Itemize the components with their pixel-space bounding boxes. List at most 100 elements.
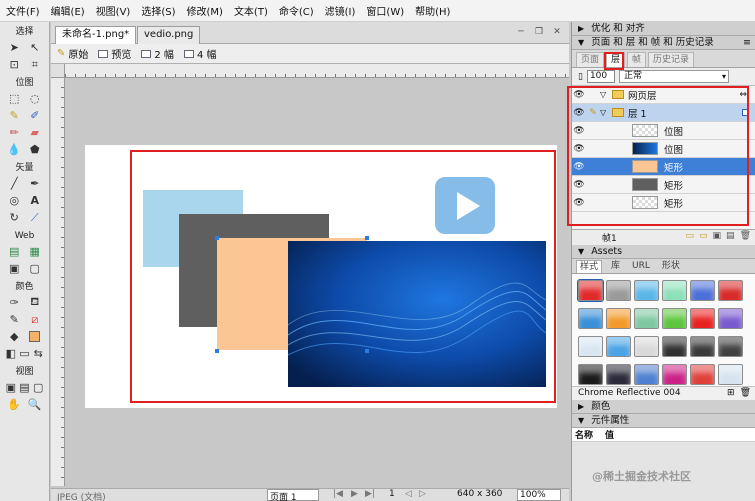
menu-commands[interactable]: 命令(C) <box>279 3 314 18</box>
line-tool-icon[interactable]: ╱ <box>7 177 21 191</box>
colors-panel-header[interactable]: ▶ 颜色 <box>572 400 755 414</box>
eye-icon[interactable]: 👁 <box>572 180 586 190</box>
tab-untitled[interactable]: 未命名-1.png* <box>55 26 137 44</box>
style-swatch[interactable] <box>606 364 631 385</box>
tab-shapes[interactable]: 形状 <box>659 260 683 273</box>
blend-mode-select[interactable]: 正常 <box>618 70 729 83</box>
brush-tool-icon[interactable]: ✐ <box>28 109 42 123</box>
eye-icon[interactable]: 👁 <box>572 198 586 208</box>
tab-pages[interactable]: 页面 <box>576 52 605 67</box>
menu-modify[interactable]: 修改(M) <box>187 3 223 18</box>
menu-filters[interactable]: 滤镜(I) <box>325 3 356 18</box>
style-swatch[interactable] <box>662 336 687 357</box>
layers-panel-header[interactable]: ▼ 页面 和 层 和 帧 和 历史记录 ≡ <box>572 36 755 50</box>
new-style-icon[interactable]: ⊞ <box>727 387 735 400</box>
tab-layers[interactable]: 层 <box>606 52 626 67</box>
new-folder-icon[interactable]: ▭ <box>686 231 695 241</box>
assets-panel-header[interactable]: ▼ Assets <box>572 245 755 259</box>
horizontal-ruler[interactable] <box>65 64 569 78</box>
eye-icon[interactable]: 👁 <box>572 126 586 136</box>
knife-tool-icon[interactable]: ⟋ <box>28 211 42 225</box>
subselect-tool-icon[interactable]: ↖ <box>28 41 42 55</box>
eye-icon[interactable]: 👁 <box>572 144 586 154</box>
lock-icon[interactable]: ▯ <box>578 72 583 82</box>
layer-row[interactable]: 👁 矩形 <box>572 194 755 212</box>
view-preview-button[interactable]: 预览 <box>98 46 131 61</box>
style-swatch[interactable] <box>718 364 743 385</box>
vertical-ruler[interactable] <box>51 78 65 486</box>
tab-library[interactable]: 库 <box>608 260 623 273</box>
menu-text[interactable]: 文本(T) <box>234 3 268 18</box>
document-canvas[interactable] <box>85 145 557 408</box>
style-swatch[interactable] <box>634 280 659 301</box>
full-screen-menu-icon[interactable]: ▤ <box>18 381 32 395</box>
magic-wand-icon[interactable]: ✎ <box>7 109 21 123</box>
frame-prev-icon[interactable]: ◁ <box>405 489 412 499</box>
frame-play-icon[interactable]: ▶ <box>351 489 358 499</box>
page-select[interactable]: 页面 1 <box>267 489 319 501</box>
style-swatch[interactable] <box>577 279 604 302</box>
scale-tool-icon[interactable]: ⊡ <box>7 58 21 72</box>
zoom-tool-icon[interactable]: 🔍 <box>28 398 42 412</box>
eye-icon[interactable]: 👁 <box>572 162 586 172</box>
menu-view[interactable]: 视图(V) <box>96 3 131 18</box>
style-swatch[interactable] <box>578 308 603 329</box>
layer-row[interactable]: 👁 矩形 <box>572 176 755 194</box>
style-swatch[interactable] <box>662 280 687 301</box>
stroke-color-icon[interactable]: ✎ <box>7 313 21 327</box>
default-colors-icon[interactable]: ◧ <box>4 347 18 361</box>
freeform-tool-icon[interactable]: ↻ <box>7 211 21 225</box>
style-swatch[interactable] <box>718 280 743 301</box>
pointer-tool-icon[interactable]: ➤ <box>7 41 21 55</box>
marquee-tool-icon[interactable]: ⬚ <box>7 92 21 106</box>
style-swatch[interactable] <box>606 280 631 301</box>
collapse-arrow-icon[interactable]: ▽ <box>600 90 612 99</box>
view-original-button[interactable]: ✎ 原始 <box>57 46 88 61</box>
style-swatch[interactable] <box>690 308 715 329</box>
no-color-icon[interactable]: ▭ <box>18 347 32 361</box>
frame-last-icon[interactable]: ▶| <box>365 489 375 499</box>
layer-row[interactable]: 👁 矩形 <box>572 158 755 176</box>
panel-menu-icon[interactable]: ≡ <box>743 36 751 50</box>
text-tool-icon[interactable]: A <box>28 194 42 208</box>
eye-icon[interactable]: 👁 <box>572 108 586 118</box>
layer-row[interactable]: 👁 ▽ 网页层 ⇔ <box>572 86 755 104</box>
restore-icon[interactable]: ❐ <box>533 26 545 38</box>
no-stroke-icon[interactable]: ⧄ <box>28 313 42 327</box>
delete-style-icon[interactable]: 🗑 <box>740 387 751 400</box>
pen-tool-icon[interactable]: ✒ <box>28 177 42 191</box>
layer-row[interactable]: 👁 位图 <box>572 140 755 158</box>
style-swatch[interactable] <box>578 336 603 357</box>
style-swatch[interactable] <box>634 336 659 357</box>
menu-file[interactable]: 文件(F) <box>6 3 40 18</box>
hotspot-tool-icon[interactable]: ▤ <box>7 245 21 259</box>
fill-bucket-icon[interactable]: ◆ <box>7 330 21 344</box>
tab-frames[interactable]: 帧 <box>627 52 647 67</box>
style-swatch[interactable] <box>634 308 659 329</box>
pencil-icon[interactable]: ✎ <box>586 108 600 118</box>
hand-tool-icon[interactable]: ✋ <box>7 398 21 412</box>
lasso-tool-icon[interactable]: ◌ <box>28 92 42 106</box>
view-2up-button[interactable]: 2 幅 <box>141 46 174 61</box>
menu-select[interactable]: 选择(S) <box>141 3 175 18</box>
layer-row[interactable]: 👁 ✎ ▽ 层 1 <box>572 104 755 122</box>
rubber-stamp-icon[interactable]: ⬟ <box>28 143 42 157</box>
tab-styles[interactable]: 样式 <box>576 260 603 273</box>
style-swatch[interactable] <box>662 308 687 329</box>
menu-help[interactable]: 帮助(H) <box>415 3 450 18</box>
fill-color-swatch-icon[interactable] <box>28 330 42 344</box>
eraser-tool-icon[interactable]: ▰ <box>28 126 42 140</box>
swap-colors-icon[interactable]: ⇆ <box>31 347 45 361</box>
tab-vedio[interactable]: vedio.png <box>137 26 201 44</box>
collapse-arrow-icon[interactable]: ▽ <box>600 108 612 117</box>
style-swatch[interactable] <box>606 336 631 357</box>
delete-layer-icon[interactable]: 🗑 <box>740 231 751 241</box>
menu-edit[interactable]: 编辑(E) <box>51 3 85 18</box>
style-swatch[interactable] <box>690 336 715 357</box>
ellipse-tool-icon[interactable]: ◎ <box>7 194 21 208</box>
zoom-select[interactable]: 100% <box>517 489 561 501</box>
layer-row[interactable]: 👁 位图 <box>572 122 755 140</box>
style-swatch[interactable] <box>578 364 603 385</box>
frame-next-icon[interactable]: ▷ <box>419 489 426 499</box>
minimize-icon[interactable]: ─ <box>515 26 527 38</box>
